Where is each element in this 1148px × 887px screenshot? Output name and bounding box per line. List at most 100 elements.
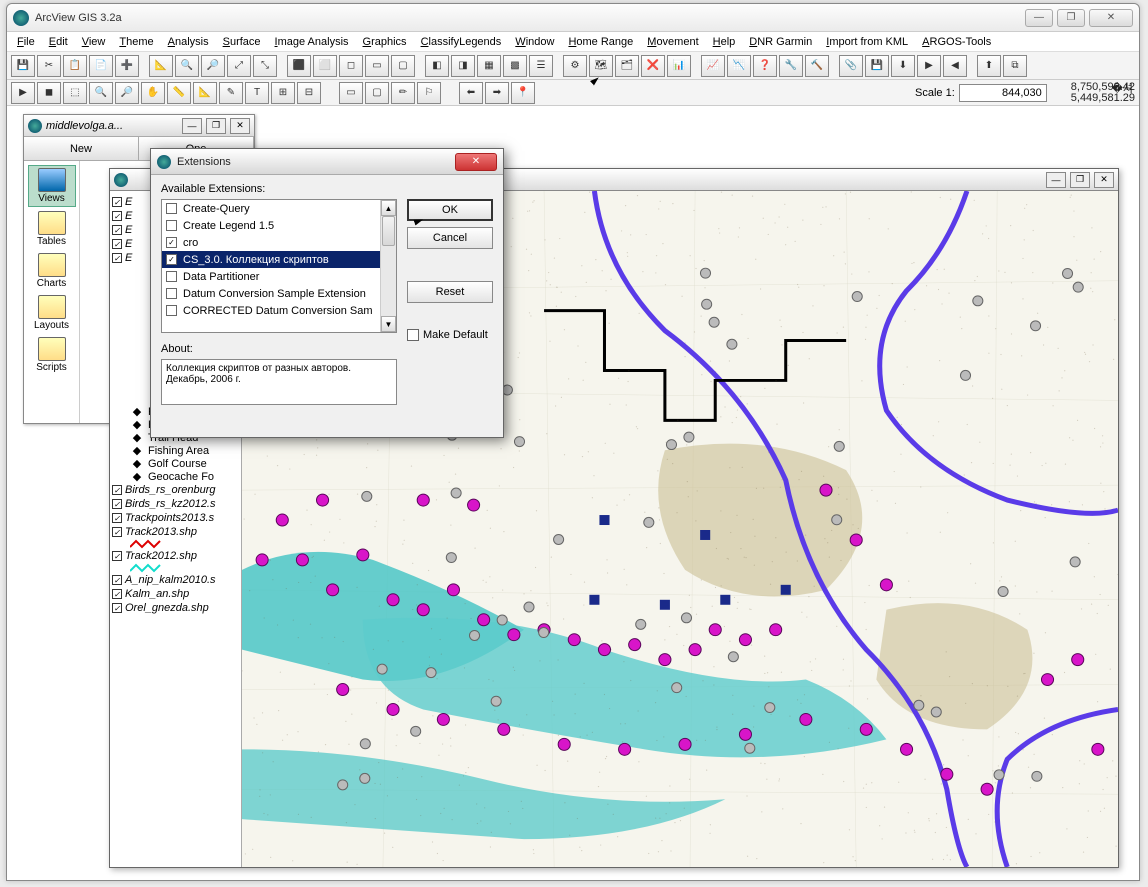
extensions-dialog[interactable]: Extensions ✕ Available Extensions: Creat… <box>150 148 504 438</box>
tool2-button-4[interactable]: 🔎 <box>115 82 139 104</box>
tool2-button-0[interactable]: ▶ <box>11 82 35 104</box>
tool-button-29[interactable]: 🔨 <box>805 55 829 77</box>
view-minimize-button[interactable]: — <box>1046 172 1066 188</box>
tool-button-28[interactable]: 🔧 <box>779 55 803 77</box>
scale-input[interactable] <box>959 84 1047 102</box>
project-layouts[interactable]: Layouts <box>28 293 76 333</box>
scroll-thumb[interactable] <box>382 216 395 246</box>
tool-button-24[interactable]: 📊 <box>667 55 691 77</box>
project-close-button[interactable]: ✕ <box>230 118 250 134</box>
layer-checkbox[interactable]: ✓ <box>112 513 122 523</box>
tool2-button-7[interactable]: 📐 <box>193 82 217 104</box>
menu-home-range[interactable]: Home Range <box>562 34 639 50</box>
scroll-down-button[interactable]: ▼ <box>381 316 396 332</box>
toc-layer[interactable]: ✓Trackpoints2013.s <box>112 511 239 525</box>
toc-layer[interactable]: ✓Track2012.shp <box>112 549 239 563</box>
tool2-button-6[interactable]: 📏 <box>167 82 191 104</box>
tool2-button-19[interactable]: ➡ <box>485 82 509 104</box>
tool-button-32[interactable]: ⬇ <box>891 55 915 77</box>
tool-button-35[interactable]: ⬆ <box>977 55 1001 77</box>
tool-button-21[interactable]: 🗺 <box>589 55 613 77</box>
tool-button-33[interactable]: ▶ <box>917 55 941 77</box>
tool-button-8[interactable]: ⤢ <box>227 55 251 77</box>
extension-checkbox[interactable] <box>166 305 177 316</box>
layer-checkbox[interactable]: ✓ <box>112 499 122 509</box>
tool-button-1[interactable]: ✂ <box>37 55 61 77</box>
tool-button-34[interactable]: ◀ <box>943 55 967 77</box>
tool2-button-3[interactable]: 🔍 <box>89 82 113 104</box>
ok-button[interactable]: OK <box>407 199 493 221</box>
menu-classifylegends[interactable]: ClassifyLegends <box>415 34 508 50</box>
tool-button-18[interactable]: ▩ <box>503 55 527 77</box>
extension-item[interactable]: ✓CS_3.0. Коллекция скриптов <box>162 251 396 268</box>
tool-button-25[interactable]: 📈 <box>701 55 725 77</box>
menu-analysis[interactable]: Analysis <box>162 34 215 50</box>
menu-dnr-garmin[interactable]: DNR Garmin <box>743 34 818 50</box>
tool2-button-2[interactable]: ⬚ <box>63 82 87 104</box>
extensions-scrollbar[interactable]: ▲ ▼ <box>380 200 396 332</box>
tool-button-30[interactable]: 📎 <box>839 55 863 77</box>
menu-movement[interactable]: Movement <box>641 34 704 50</box>
dialog-titlebar[interactable]: Extensions ✕ <box>151 149 503 175</box>
extension-checkbox[interactable] <box>166 271 177 282</box>
tool-button-31[interactable]: 💾 <box>865 55 889 77</box>
menu-theme[interactable]: Theme <box>113 34 159 50</box>
tool2-button-5[interactable]: ✋ <box>141 82 165 104</box>
tool2-button-15[interactable]: ✏ <box>391 82 415 104</box>
tool2-button-20[interactable]: 📍 <box>511 82 535 104</box>
maximize-button[interactable]: ❐ <box>1057 9 1085 27</box>
project-maximize-button[interactable]: ❐ <box>206 118 226 134</box>
tool-button-20[interactable]: ⚙ <box>563 55 587 77</box>
menu-import-from-kml[interactable]: Import from KML <box>820 34 914 50</box>
menu-edit[interactable]: Edit <box>43 34 74 50</box>
toc-layer[interactable]: ✓A_nip_kalm2010.s <box>112 573 239 587</box>
project-minimize-button[interactable]: — <box>182 118 202 134</box>
cancel-button[interactable]: Cancel <box>407 227 493 249</box>
tool-button-27[interactable]: ❓ <box>753 55 777 77</box>
tool-button-19[interactable]: ☰ <box>529 55 553 77</box>
menu-image-analysis[interactable]: Image Analysis <box>269 34 355 50</box>
project-tab-new[interactable]: New <box>24 137 139 160</box>
tool-button-0[interactable]: 💾 <box>11 55 35 77</box>
tool-button-36[interactable]: ⧉ <box>1003 55 1027 77</box>
layer-checkbox[interactable]: ✓ <box>112 485 122 495</box>
toc-layer[interactable]: ✓Track2013.shp <box>112 525 239 539</box>
extension-checkbox[interactable]: ✓ <box>166 237 177 248</box>
menu-view[interactable]: View <box>76 34 112 50</box>
tool-button-9[interactable]: ⤡ <box>253 55 277 77</box>
layer-checkbox[interactable]: ✓ <box>112 527 122 537</box>
tool-button-16[interactable]: ◨ <box>451 55 475 77</box>
extension-checkbox[interactable]: ✓ <box>166 254 177 265</box>
tool-button-22[interactable]: 🗂 <box>615 55 639 77</box>
tool-button-10[interactable]: ⬛ <box>287 55 311 77</box>
checkbox-icon[interactable] <box>407 329 419 341</box>
tool-button-11[interactable]: ⬜ <box>313 55 337 77</box>
reset-button[interactable]: Reset <box>407 281 493 303</box>
tool-button-5[interactable]: 📐 <box>149 55 173 77</box>
tool-button-4[interactable]: ➕ <box>115 55 139 77</box>
tool2-button-8[interactable]: ✎ <box>219 82 243 104</box>
tool-button-2[interactable]: 📋 <box>63 55 87 77</box>
menu-argos-tools[interactable]: ARGOS-Tools <box>916 34 997 50</box>
layer-checkbox[interactable]: ✓ <box>112 589 122 599</box>
view-close-button[interactable]: ✕ <box>1094 172 1114 188</box>
tool-button-7[interactable]: 🔎 <box>201 55 225 77</box>
extensions-list[interactable]: Create-QueryCreate Legend 1.5✓cro✓CS_3.0… <box>161 199 397 333</box>
tool2-button-1[interactable]: ◼ <box>37 82 61 104</box>
titlebar[interactable]: ArcView GIS 3.2a — ❐ ✕ <box>7 4 1139 32</box>
tool-button-26[interactable]: 📉 <box>727 55 751 77</box>
tool-button-15[interactable]: ◧ <box>425 55 449 77</box>
view-maximize-button[interactable]: ❐ <box>1070 172 1090 188</box>
toc-layer[interactable]: ✓Birds_rs_kz2012.s <box>112 497 239 511</box>
project-titlebar[interactable]: middlevolga.a... — ❐ ✕ <box>24 115 254 137</box>
extension-item[interactable]: CORRECTED Datum Conversion Sam <box>162 302 396 319</box>
extension-item[interactable]: Datum Conversion Sample Extension <box>162 285 396 302</box>
extension-item[interactable]: Data Partitioner <box>162 268 396 285</box>
menu-file[interactable]: File <box>11 34 41 50</box>
tool-button-6[interactable]: 🔍 <box>175 55 199 77</box>
extension-item[interactable]: Create Legend 1.5 <box>162 217 396 234</box>
menu-window[interactable]: Window <box>509 34 560 50</box>
layer-checkbox[interactable]: ✓ <box>112 575 122 585</box>
tool2-button-9[interactable]: T <box>245 82 269 104</box>
menu-surface[interactable]: Surface <box>217 34 267 50</box>
